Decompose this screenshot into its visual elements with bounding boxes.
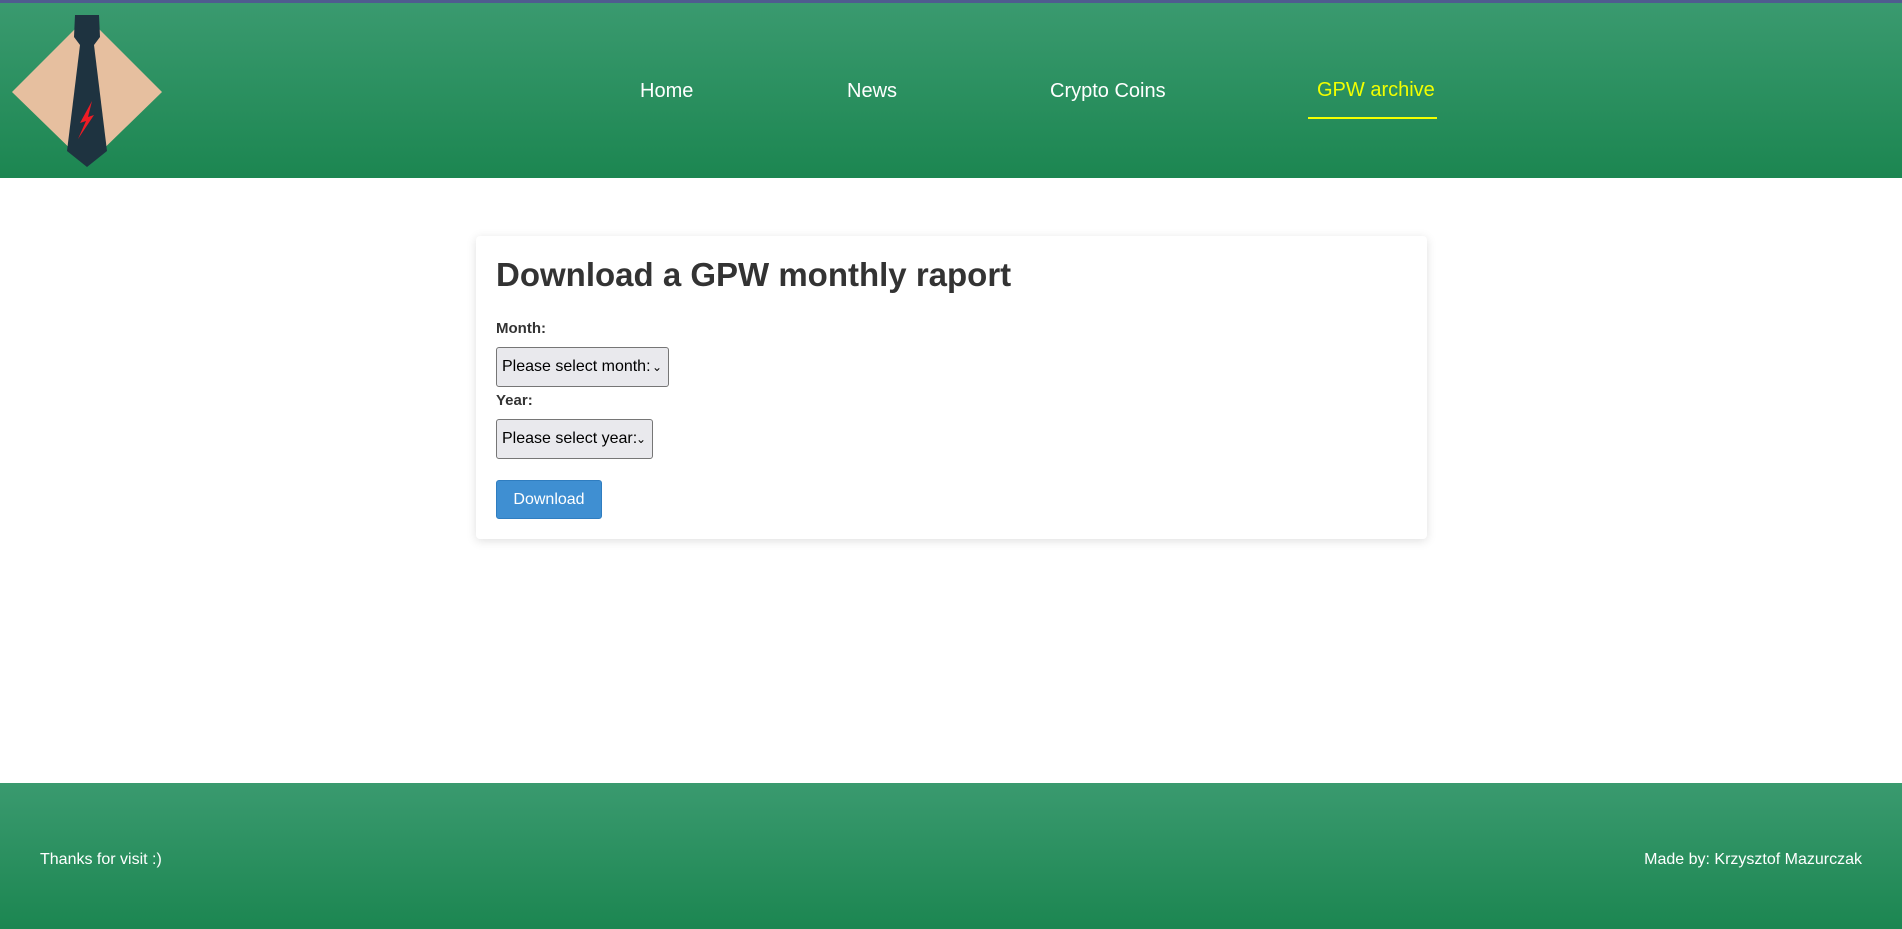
page-title: Download a GPW monthly raport [496,256,1012,293]
site-header: Home News Crypto Coins GPW archive [0,3,1902,178]
nav-news[interactable]: News [847,80,897,103]
nav-crypto-coins[interactable]: Crypto Coins [1050,80,1166,103]
month-select[interactable]: Please select month: ⌄ [496,347,669,387]
active-nav-underline [1308,117,1437,119]
download-button[interactable]: Download [496,480,602,519]
site-footer: Thanks for visit :) Made by: Krzysztof M… [0,783,1902,929]
chevron-down-icon: ⌄ [651,360,662,374]
download-report-card: Download a GPW monthly raport Month: Ple… [476,236,1427,539]
nav-home[interactable]: Home [640,80,693,103]
main-nav: Home News Crypto Coins GPW archive [0,3,1902,178]
nav-gpw-archive[interactable]: GPW archive [1317,79,1435,102]
year-select-value: Please select year: [502,430,638,447]
month-select-value: Please select month: [502,358,651,375]
month-label: Month: [496,320,546,337]
year-select[interactable]: Please select year: ⌄ [496,419,653,459]
chevron-down-icon: ⌄ [635,432,646,446]
footer-thanks-text: Thanks for visit :) [40,851,162,868]
footer-author-text: Made by: Krzysztof Mazurczak [1644,851,1862,868]
year-label: Year: [496,392,533,409]
